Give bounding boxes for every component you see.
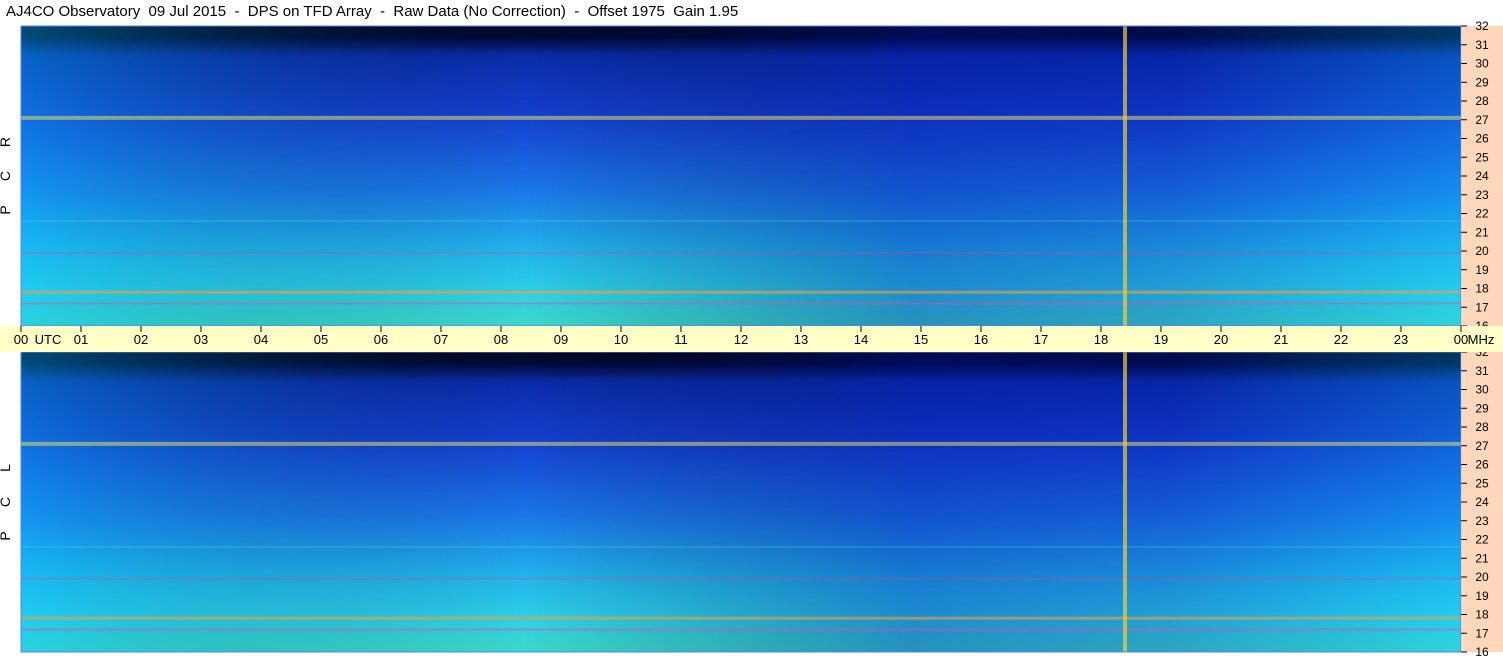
band-rcp-1 [21,290,1461,294]
band-rcp-2 [21,302,1461,305]
x-tick-label-17: 17 [1034,332,1048,347]
y-tick-label-rcp-28: 28 [1475,94,1489,108]
panel-label-lcp-2: P [0,531,13,540]
y-tick-label-rcp-20: 20 [1475,244,1489,258]
x-tick-label-5: 05 [314,332,328,347]
y-tick-label-lcp-30: 30 [1475,383,1489,397]
y-tick-label-rcp-29: 29 [1475,75,1489,89]
x-tick-label-1: 01 [74,332,88,347]
y-tick-label-rcp-27: 27 [1475,113,1489,127]
vertical-artifact-lcp [1123,352,1127,652]
panel-label-lcp-0: L [0,464,13,472]
x-tick-label-3: 03 [194,332,208,347]
y-tick-label-rcp-31: 31 [1475,38,1489,52]
x-tick-label-14: 14 [854,332,868,347]
y-tick-label-rcp-17: 17 [1475,300,1489,314]
y-tick-label-lcp-28: 28 [1475,420,1489,434]
y-tick-label-rcp-22: 22 [1475,207,1489,221]
spectrogram-rcp-shade [21,26,1461,326]
x-tick-label-6: 06 [374,332,388,347]
y-tick-label-rcp-26: 26 [1475,132,1489,146]
x-tick-label-16: 16 [974,332,988,347]
y-tick-label-rcp-32: 32 [1475,19,1489,33]
vertical-artifact-rcp [1123,26,1127,326]
y-tick-label-rcp-21: 21 [1475,225,1489,239]
x-tick-label-18: 18 [1094,332,1108,347]
y-tick-label-lcp-25: 25 [1475,476,1489,490]
y-tick-label-rcp-30: 30 [1475,57,1489,71]
band-lcp-3 [21,578,1461,580]
x-tick-label-20: 20 [1214,332,1228,347]
band-rcp-3 [21,252,1461,254]
x-tick-label-24: 00 [1454,332,1468,347]
x-tick-label-15: 15 [914,332,928,347]
x-tick-label-2: 02 [134,332,148,347]
y-tick-label-lcp-21: 21 [1475,551,1489,565]
y-tick-label-lcp-24: 24 [1475,495,1489,509]
band-lcp-1 [21,616,1461,620]
x-unit-label: UTC [35,332,62,347]
panel-label-rcp-1: C [0,171,13,181]
y-tick-label-lcp-22: 22 [1475,533,1489,547]
panel-label-lcp-1: C [0,497,13,507]
y-unit-label: MHz [1468,332,1495,347]
spectrogram-chart: 16 17 18 19 20 21 22 23 24 25 26 27 28 29 30 31 32 R C P 16 1… [0,19,1503,659]
y-tick-label-lcp-26: 26 [1475,458,1489,472]
x-tick-label-10: 10 [614,332,628,347]
y-tick-label-rcp-18: 18 [1475,282,1489,296]
x-tick-label-19: 19 [1154,332,1168,347]
x-tick-label-12: 12 [734,332,748,347]
x-tick-label-0: 00 [14,332,28,347]
y-tick-label-rcp-19: 19 [1475,263,1489,277]
band-rcp-0 [21,115,1461,120]
x-tick-label-13: 13 [794,332,808,347]
x-tick-label-9: 09 [554,332,568,347]
panel-label-rcp-0: R [0,137,13,147]
y-tick-label-lcp-19: 19 [1475,589,1489,603]
y-tick-label-lcp-18: 18 [1475,608,1489,622]
spectrogram-lcp-shade [21,352,1461,652]
y-tick-label-lcp-27: 27 [1475,439,1489,453]
y-tick-label-rcp-23: 23 [1475,188,1489,202]
band-lcp-4 [21,546,1461,548]
y-tick-label-lcp-20: 20 [1475,570,1489,584]
band-lcp-0 [21,441,1461,446]
x-tick-label-11: 11 [674,332,688,347]
band-lcp-2 [21,628,1461,631]
y-tick-label-lcp-16: 16 [1475,645,1489,659]
y-tick-label-lcp-17: 17 [1475,626,1489,640]
y-tick-label-rcp-24: 24 [1475,169,1489,183]
x-tick-label-23: 23 [1394,332,1408,347]
y-tick-label-lcp-29: 29 [1475,401,1489,415]
y-tick-label-rcp-25: 25 [1475,150,1489,164]
x-tick-label-8: 08 [494,332,508,347]
x-tick-label-7: 07 [434,332,448,347]
band-rcp-4 [21,220,1461,222]
y-tick-label-lcp-23: 23 [1475,514,1489,528]
panel-label-rcp-2: P [0,205,13,214]
x-tick-label-4: 04 [254,332,268,347]
x-tick-label-21: 21 [1274,332,1288,347]
y-tick-label-lcp-31: 31 [1475,364,1489,378]
x-tick-label-22: 22 [1334,332,1348,347]
